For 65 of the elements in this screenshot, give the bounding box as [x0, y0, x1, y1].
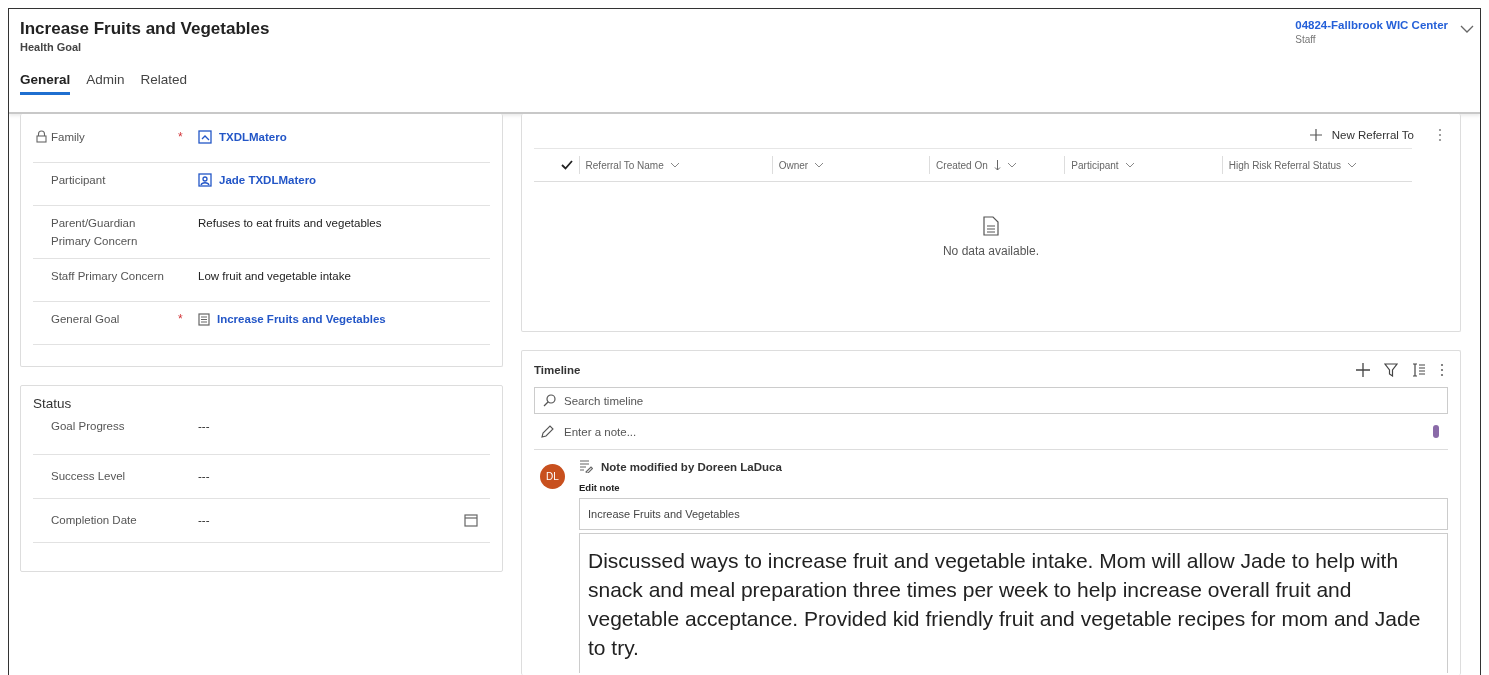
note-icon	[579, 460, 593, 473]
column-header[interactable]: Owner	[771, 156, 930, 174]
document-icon	[983, 216, 999, 236]
chevron-down-icon	[1347, 162, 1358, 168]
column-header[interactable]: High Risk Referral Status	[1221, 156, 1412, 174]
owner-link[interactable]: 04824-Fallbrook WIC Center	[1295, 19, 1448, 31]
more-icon[interactable]	[1440, 363, 1444, 377]
required-mark: *	[178, 130, 183, 144]
record-title: Increase Fruits and Vegetables	[20, 19, 270, 39]
tab[interactable]: Related	[140, 72, 188, 95]
field-label: Success Level	[51, 469, 126, 484]
lookup-link[interactable]: TXDLMatero	[219, 128, 287, 146]
document-icon	[198, 312, 210, 326]
chevron-down-icon	[669, 162, 680, 168]
add-icon[interactable]	[1356, 363, 1370, 377]
note-title-field[interactable]: Increase Fruits and Vegetables	[579, 498, 1448, 530]
search-field[interactable]: Search timeline	[534, 387, 1448, 414]
chevron-down-icon	[814, 162, 825, 168]
field-label: Participant	[51, 173, 106, 188]
tab[interactable]: Admin	[86, 72, 125, 95]
column-header[interactable]: Participant	[1064, 156, 1222, 174]
pencil-icon	[540, 424, 554, 439]
field-value: Refuses to eat fruits and vegetables	[198, 216, 382, 231]
column-header[interactable]: Referral To Name	[578, 156, 772, 174]
section-title: Timeline	[534, 364, 581, 376]
lock-icon	[36, 130, 47, 143]
paperclip-icon[interactable]	[1432, 424, 1440, 439]
entry-heading: Note modified by Doreen LaDuca	[601, 460, 782, 473]
checkmark-icon[interactable]	[560, 160, 573, 170]
field-label: Parent/Guardian Primary Concern	[51, 216, 139, 249]
field-label: Goal Progress	[51, 419, 125, 434]
empty-message: No data available.	[942, 244, 1040, 258]
field-label: General Goal	[51, 312, 120, 327]
new-referral-button[interactable]: New Referral To	[1309, 129, 1414, 141]
field-value: Low fruit and vegetable intake	[198, 269, 351, 284]
field-label: Family	[51, 130, 85, 145]
owner-role: Staff	[1295, 34, 1317, 45]
record-type: Health Goal	[20, 41, 83, 53]
required-mark: *	[178, 312, 183, 326]
sort-icon[interactable]	[1412, 363, 1426, 377]
lookup-link[interactable]: Jade TXDLMatero	[219, 171, 317, 189]
sort-down-icon	[993, 159, 1001, 171]
field-label: Completion Date	[51, 513, 137, 528]
add-icon	[1309, 129, 1322, 141]
chevron-down-icon	[1006, 162, 1017, 168]
search-icon	[543, 394, 556, 407]
field-label: Staff Primary Concern	[51, 269, 164, 284]
note-body-field[interactable]: Discussed ways to increase fruit and vegetable intake. Mom will allow Jade to help with snack and meal preparation three times per week to help increase overall fruit and vegetable acceptance. Provided kid friendly fruit and vegetable recipes for mom and Jade to try.	[579, 533, 1448, 673]
tab[interactable]: General	[20, 72, 71, 95]
contact-icon	[198, 173, 212, 187]
chevron-down-icon[interactable]	[1460, 25, 1474, 34]
lookup-link[interactable]: Increase Fruits and Vegetables	[217, 310, 386, 328]
field-value: ---	[198, 469, 210, 484]
field-value: ---	[198, 419, 210, 434]
record-icon	[198, 130, 212, 144]
calendar-icon[interactable]	[464, 513, 478, 527]
avatar: DL	[540, 464, 565, 489]
chevron-down-icon	[1124, 162, 1135, 168]
edit-note-label: Edit note	[579, 482, 621, 493]
filter-icon[interactable]	[1384, 363, 1398, 377]
column-header[interactable]: Created On	[929, 156, 1065, 174]
note-field[interactable]: Enter a note...	[562, 424, 1424, 439]
more-icon[interactable]	[1438, 128, 1442, 142]
field-value: ---	[198, 513, 210, 528]
section-title: Status	[33, 396, 73, 411]
